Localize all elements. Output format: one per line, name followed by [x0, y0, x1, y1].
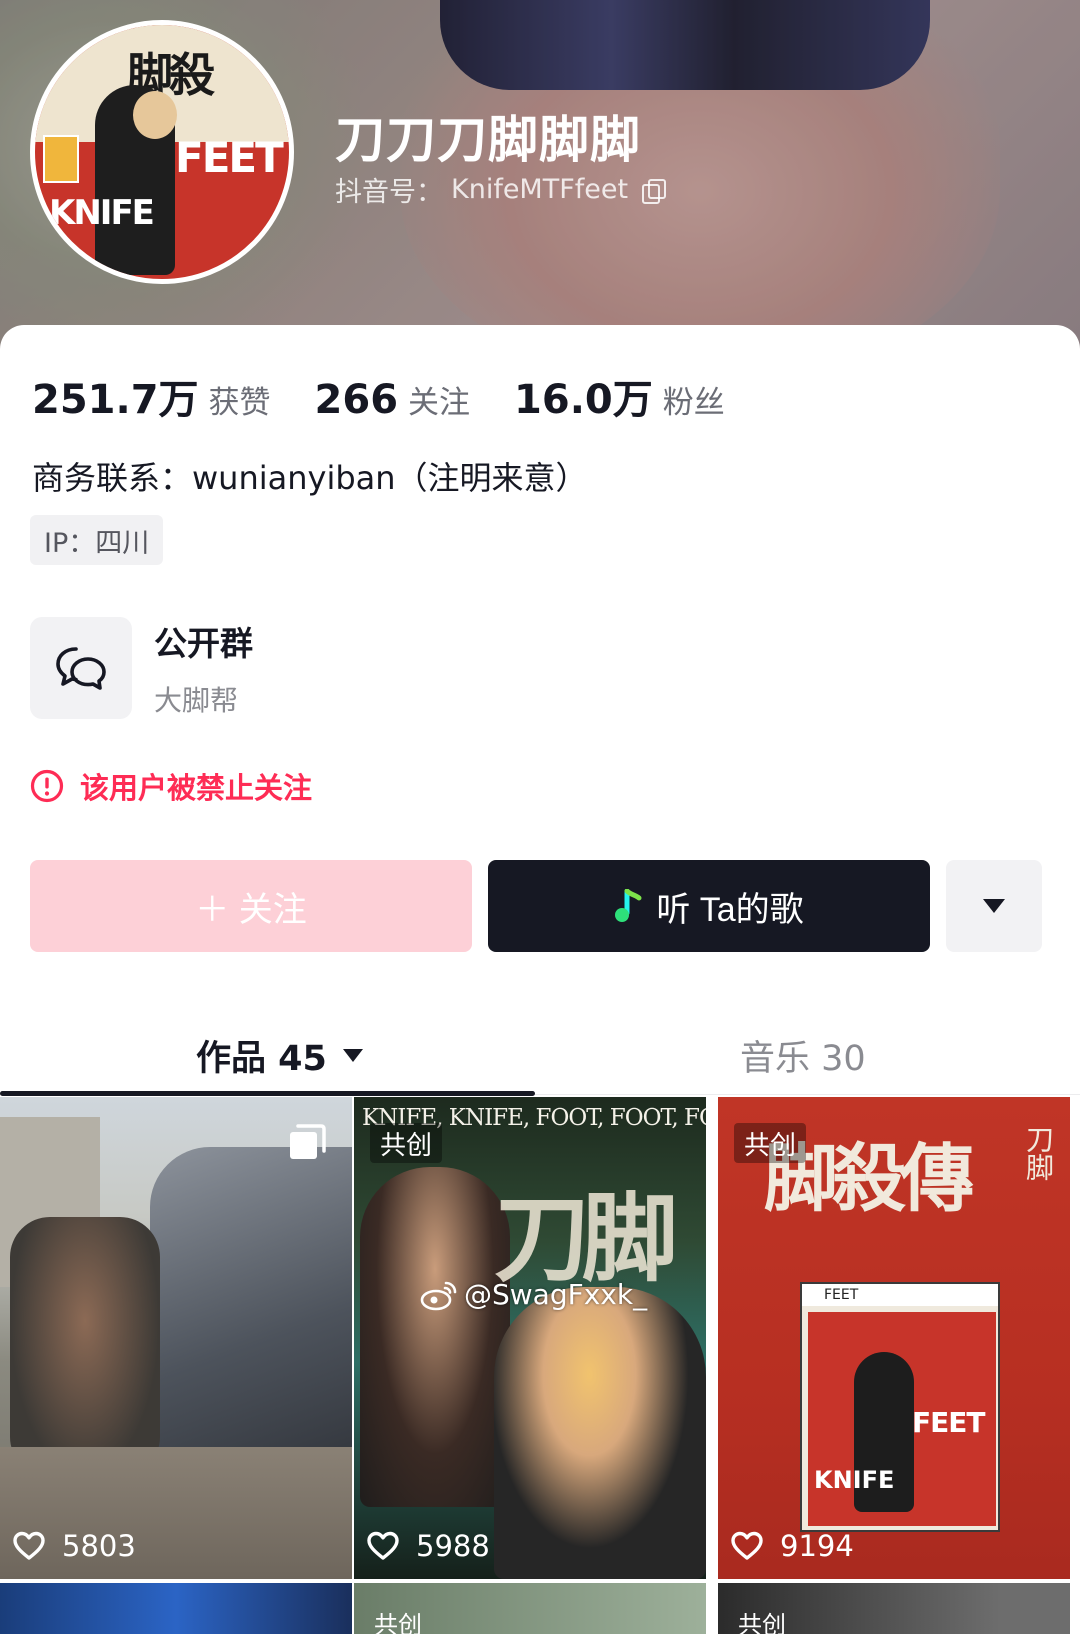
like-value: 9194 [780, 1529, 854, 1563]
stat-value: 266 [314, 377, 399, 423]
music-note-icon [615, 889, 642, 922]
like-value: 5988 [416, 1529, 490, 1563]
alert-circle-icon [30, 769, 64, 803]
heart-icon [731, 1531, 763, 1560]
video-tile[interactable]: 刀脚 KNIFE, KNIFE, FOOT, FOOT, FOOT 共创 598… [354, 1097, 706, 1579]
collab-badge: 共创 [370, 1123, 443, 1163]
stat-label: 关注 [408, 385, 471, 421]
thumb-person [494, 1287, 706, 1579]
sort-dropdown-icon[interactable] [342, 1048, 363, 1062]
album-feet-text: FEET [912, 1406, 985, 1439]
avatar-feet-text: FEET [175, 133, 284, 182]
weibo-icon [420, 1281, 457, 1310]
stat-following[interactable]: 266 关注 [315, 377, 471, 423]
douyin-id-row[interactable]: 抖音号： KnifeMTFfeet [335, 170, 667, 209]
group-title: 公开群 [154, 624, 253, 663]
thumb-car [150, 1147, 352, 1477]
douyin-id-value: KnifeMTFfeet [451, 174, 629, 205]
follow-ban-notice: 该用户被禁止关注 [30, 765, 312, 807]
ip-location-tag: IP：四川 [30, 515, 164, 565]
listen-songs-button[interactable]: 听 Ta的歌 [488, 860, 930, 952]
thumb-people [10, 1217, 160, 1477]
watermark-text: @SwagFxxk_ [464, 1278, 648, 1311]
avatar-knife-text: KNIFE [49, 193, 155, 233]
album-knife-text: KNIFE [814, 1466, 895, 1494]
album-art: FEET KNIFE [808, 1312, 996, 1526]
video-tile[interactable]: 脚殺傳 刀脚 FEET FEET KNIFE 共创 9194 [718, 1097, 1070, 1579]
video-tile[interactable]: 共创 [354, 1583, 706, 1634]
video-row-2: 共创 共创 [0, 1583, 1080, 1634]
weibo-watermark: @SwagFxxk_ [420, 1278, 647, 1311]
notice-text: 该用户被禁止关注 [80, 771, 313, 805]
stat-followers[interactable]: 16.0万 粉丝 [514, 367, 725, 425]
bio-text: 商务联系：wunianyiban（注明来意） [32, 459, 588, 497]
triangle-down-icon [983, 899, 1005, 913]
multi-image-icon [290, 1124, 326, 1159]
thumb-person [360, 1167, 510, 1507]
video-tile[interactable] [0, 1583, 352, 1634]
tab-works[interactable]: 作品 45 [196, 1015, 363, 1095]
stat-value: 16.0万 [514, 377, 653, 423]
thumb-album-cover: FEET FEET KNIFE [800, 1282, 1000, 1532]
heart-icon [367, 1531, 399, 1560]
tab-label: 音乐 30 [740, 1038, 866, 1079]
collab-badge: 共创 [374, 1611, 422, 1634]
avatar-head [133, 91, 177, 139]
stats-row: 251.7万 获赞 266 关注 16.0万 粉丝 [32, 367, 769, 425]
group-subtitle: 大脚帮 [154, 684, 239, 717]
thumb-side-text: 刀脚 [1022, 1125, 1055, 1181]
douyin-id-label: 抖音号： [335, 177, 443, 208]
stat-label: 获赞 [208, 385, 271, 421]
stat-label: 粉丝 [662, 385, 725, 421]
chat-bubbles-icon [56, 647, 106, 690]
content-tabs: 作品 45 音乐 30 [0, 1015, 1080, 1096]
nickname: 刀刀刀脚脚脚 [335, 111, 641, 169]
heart-icon [13, 1531, 45, 1560]
like-value: 5803 [62, 1529, 136, 1563]
copy-icon[interactable] [642, 178, 667, 204]
avatar-box-graphic [43, 135, 79, 183]
tab-label: 作品 45 [196, 1038, 327, 1079]
listen-label: 听 Ta的歌 [656, 890, 804, 929]
action-buttons: ＋ 关注 听 Ta的歌 [30, 860, 1042, 952]
like-count: 5803 [12, 1529, 136, 1563]
tab-music[interactable]: 音乐 30 [740, 1015, 866, 1095]
video-tile[interactable]: 共创 [718, 1583, 1070, 1634]
profile-card: 251.7万 获赞 266 关注 16.0万 粉丝 商务联系：wunianyib… [0, 325, 1080, 1634]
collab-badge: 共创 [738, 1611, 786, 1634]
stat-likes[interactable]: 251.7万 获赞 [32, 367, 271, 425]
group-icon-box [30, 617, 132, 719]
active-tab-indicator [0, 1091, 535, 1096]
public-group-entry[interactable]: 公开群 大脚帮 [30, 617, 253, 719]
stat-value: 251.7万 [32, 377, 199, 423]
like-count: 5988 [366, 1529, 490, 1563]
like-count: 9194 [730, 1529, 854, 1563]
video-tile[interactable]: 5803 [0, 1097, 352, 1579]
more-options-button[interactable] [946, 860, 1042, 952]
avatar[interactable]: 脚殺 FEET KNIFE [30, 20, 294, 284]
follow-button[interactable]: ＋ 关注 [30, 860, 472, 952]
album-label: FEET [802, 1284, 998, 1306]
collab-badge: 共创 [734, 1123, 807, 1163]
